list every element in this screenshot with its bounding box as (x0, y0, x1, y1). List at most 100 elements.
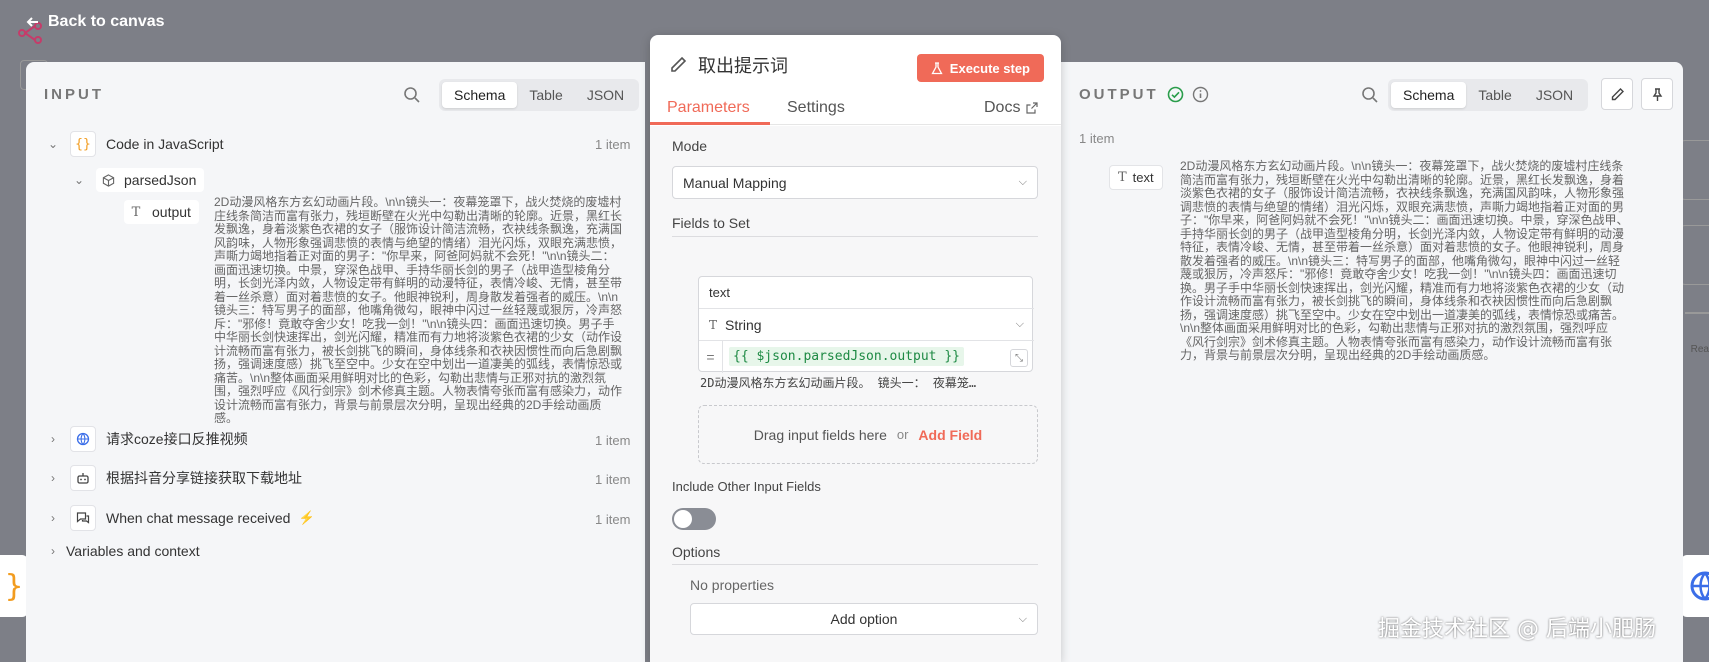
canvas-label: Rea (1690, 344, 1709, 355)
node-name: Code in JavaScript (106, 136, 224, 152)
pin-output-button[interactable] (1641, 78, 1673, 110)
mode-label: Mode (672, 138, 708, 154)
tab-parameters[interactable]: Parameters (667, 99, 750, 117)
search-icon[interactable] (1360, 85, 1380, 105)
input-tab-json[interactable]: JSON (575, 82, 636, 108)
chevron-right-icon: › (51, 432, 55, 446)
field-key: text (1132, 170, 1154, 185)
edit-output-button[interactable] (1601, 78, 1633, 110)
add-field-link[interactable]: Add Field (918, 427, 982, 443)
docs-link[interactable]: Docs (984, 99, 1039, 117)
schema-field-output[interactable]: T output (124, 200, 199, 224)
add-option-select[interactable]: Add option ⌵ (690, 603, 1038, 635)
expression-equals-icon: = (699, 340, 723, 373)
chevron-down-icon: ⌵ (1018, 176, 1027, 188)
back-to-canvas-link[interactable]: Back to canvas (26, 13, 165, 31)
schema-field-value: 2D动漫风格东方玄幻动画片段。\n\n镜头一：夜幕笼罩下，战火焚烧的废墟村庄线条… (214, 195, 623, 425)
globe-node-icon[interactable] (1681, 555, 1709, 617)
back-label: Back to canvas (48, 13, 165, 30)
parameters-body: Mode Manual Mapping ⌵ Fields to Set text… (650, 126, 1061, 662)
node-item-count: 1 item (595, 472, 631, 487)
canvas-node-outline (1679, 225, 1709, 285)
divider (672, 236, 1038, 237)
node-parameters-panel: 取出提示词 Execute step Parameters Settings D… (650, 35, 1061, 662)
input-view-toggle: Schema Table JSON (439, 79, 640, 111)
lightning-icon: ⚡ (298, 510, 315, 525)
options-label: Options (672, 544, 721, 560)
field-name-input[interactable]: text (709, 285, 730, 300)
output-tab-table[interactable]: Table (1466, 82, 1523, 108)
input-tab-table[interactable]: Table (517, 82, 574, 108)
node-item-count: 1 item (595, 433, 631, 448)
input-panel: INPUT Schema Table JSON ⌄ {} Code in Jav… (26, 62, 645, 662)
pencil-icon[interactable] (668, 55, 688, 75)
search-icon[interactable] (402, 85, 422, 105)
field-type-value: String (725, 316, 762, 333)
mode-value: Manual Mapping (683, 174, 787, 191)
input-node-code[interactable]: ⌄ {} Code in JavaScript (46, 131, 224, 157)
globe-icon (70, 426, 96, 452)
field-assignment: text T String ⌵ = {{ $json.parsedJson.ou… (698, 276, 1034, 373)
include-other-fields-toggle[interactable] (672, 508, 716, 530)
input-node-chat-trigger[interactable]: › When chat message received ⚡ (46, 505, 315, 531)
robot-icon (70, 465, 96, 491)
input-node-coze[interactable]: › 请求coze接口反推视频 (46, 426, 248, 452)
text-type-icon: T (124, 200, 148, 224)
output-field-value: 2D动漫风格东方玄幻动画片段。\n\n镜头一：夜幕笼罩下，战火焚烧的废墟村庄线条… (1180, 159, 1629, 362)
chevron-right-icon: › (51, 471, 55, 485)
add-option-label: Add option (830, 611, 898, 627)
field-key: parsedJson (120, 168, 205, 192)
chevron-right-icon: › (51, 544, 55, 558)
node-title[interactable]: 取出提示词 (698, 52, 788, 78)
globe-icon (1690, 571, 1709, 601)
output-header: OUTPUT (1079, 86, 1209, 103)
drag-text: Drag input fields here (753, 426, 887, 443)
watermark: 掘金技术社区 @ 后端小肥肠 (1378, 617, 1656, 642)
field-value-expression[interactable]: = {{ $json.parsedJson.output }} ⤡ (699, 340, 1034, 373)
input-node-douyin[interactable]: › 根据抖音分享链接获取下载地址 (46, 465, 302, 491)
schema-field-parsedjson[interactable]: ⌄ parsedJson (72, 168, 205, 192)
input-title: INPUT (44, 86, 104, 103)
chevron-down-icon: ⌄ (73, 173, 85, 187)
execute-step-button[interactable]: Execute step (916, 54, 1044, 82)
chevron-down-icon: ⌵ (1015, 318, 1024, 330)
chat-icon (70, 505, 96, 531)
chevron-down-icon: ⌄ (47, 137, 59, 151)
expression-preview: 2D动漫风格东方玄幻动画片段。 镜头一： 夜幕笼… (700, 376, 977, 390)
canvas-node-outline (1679, 140, 1709, 200)
chevron-down-icon: ⌵ (1018, 612, 1027, 625)
input-tab-schema[interactable]: Schema (442, 82, 518, 108)
output-tab-json[interactable]: JSON (1524, 82, 1585, 108)
expand-expression-icon[interactable]: ⤡ (1010, 349, 1028, 367)
output-tab-schema[interactable]: Schema (1391, 82, 1467, 108)
drop-zone[interactable]: Drag input fields here or Add Field (698, 405, 1038, 464)
pencil-icon (1611, 87, 1624, 100)
flask-icon (931, 61, 943, 74)
no-properties-text: No properties (690, 577, 775, 593)
node-name: 请求coze接口反推视频 (106, 431, 248, 447)
output-item-count: 1 item (1079, 131, 1115, 146)
external-link-icon (1026, 102, 1039, 114)
node-header: 取出提示词 (668, 52, 788, 78)
node-name: 根据抖音分享链接获取下载地址 (106, 470, 302, 486)
tab-settings[interactable]: Settings (787, 99, 845, 117)
field-type-select[interactable]: T String ⌵ (699, 308, 1034, 340)
variables-and-context[interactable]: › Variables and context (46, 543, 200, 559)
code-node-icon[interactable]: } (0, 555, 28, 617)
output-title: OUTPUT (1079, 86, 1159, 103)
execute-label: Execute step (949, 60, 1030, 76)
schema-field-text[interactable]: T text (1109, 165, 1163, 190)
cube-icon (96, 168, 120, 192)
node-item-count: 1 item (595, 137, 631, 152)
braces-icon: {} (70, 131, 96, 157)
check-circle-icon (1167, 86, 1183, 103)
field-key: output (148, 200, 199, 224)
text-type-icon: T (709, 317, 718, 332)
variables-label: Variables and context (66, 543, 200, 559)
mode-select[interactable]: Manual Mapping ⌵ (672, 166, 1038, 199)
parameter-tabs: Parameters Settings Docs (650, 95, 1061, 125)
text-type-icon: T (1118, 170, 1127, 185)
chevron-right-icon: › (51, 511, 55, 525)
fields-to-set-label: Fields to Set (672, 215, 750, 231)
info-icon[interactable] (1192, 86, 1209, 103)
